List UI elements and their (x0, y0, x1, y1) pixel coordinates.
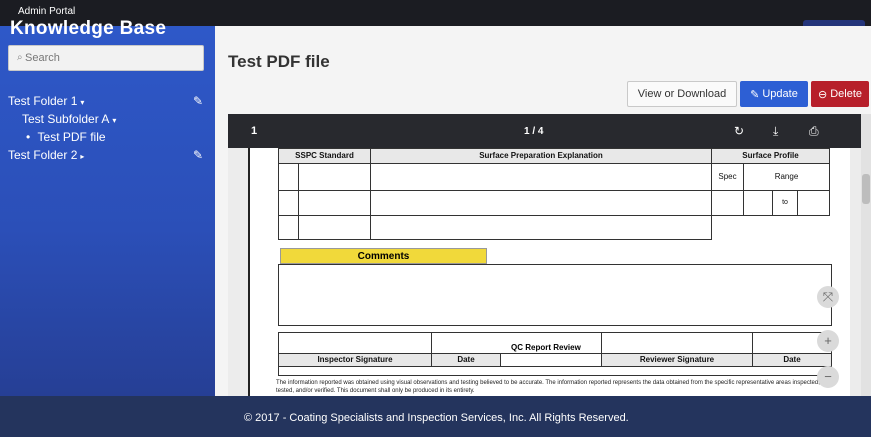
table-cell (370, 163, 712, 191)
surface-prep-header: Surface Preparation Explanation (370, 148, 712, 164)
surface-profile-header: Surface Profile (711, 148, 830, 164)
footer: © 2017 - Coating Specialists and Inspect… (0, 396, 871, 437)
table-cell (298, 163, 371, 191)
table-cell (500, 353, 602, 367)
pdf-viewer: 1 1 / 4 ↻ ⤓ ⎙ SSPC Standard Surface Prep… (228, 114, 863, 396)
disclaimer-text: The information reported was obtained us… (276, 380, 820, 394)
table-cell (298, 190, 371, 216)
tree-item-label: Test Subfolder A (22, 112, 110, 126)
button-label: Update (762, 88, 798, 100)
page-counter: 1 / 4 (524, 126, 544, 137)
sspc-standard-header: SSPC Standard (278, 148, 371, 164)
range-label: Range (743, 163, 830, 191)
bullet-icon: • (26, 130, 31, 144)
tree-item-test-pdf-file[interactable]: • Test PDF file (26, 130, 106, 144)
edit-pencil-icon[interactable]: ✎ (193, 94, 203, 108)
zoom-in-icon[interactable]: + (817, 330, 839, 352)
comments-box (278, 264, 832, 326)
comments-label: Comments (280, 248, 487, 264)
page-scrollbar[interactable] (861, 114, 871, 396)
main-content: Test PDF file View or Download ✎ Update … (215, 26, 871, 396)
tree-item-label: Test Folder 2 (8, 148, 78, 162)
qc-report-review-label: QC Report Review (511, 343, 581, 352)
fit-page-icon[interactable]: ⤧ (817, 286, 839, 308)
tree-item-test-subfolder-a[interactable]: Test Subfolder A ▾ (22, 112, 116, 126)
reviewer-signature-label: Reviewer Signature (601, 353, 753, 367)
knowledge-base-heading: Knowledge Base (10, 18, 167, 39)
table-cell (278, 366, 832, 376)
scrollbar-thumb[interactable] (862, 174, 870, 204)
table-cell (278, 215, 299, 240)
date-label: Date (431, 353, 501, 367)
page-number[interactable]: 1 (251, 125, 257, 137)
update-button[interactable]: ✎ Update (740, 81, 808, 107)
app-title: Admin Portal (18, 6, 76, 17)
table-cell (743, 190, 773, 216)
tree-item-test-folder-2[interactable]: Test Folder 2 ▸ (8, 148, 84, 162)
chevron-down-icon: ▾ (80, 98, 85, 107)
chevron-right-icon: ▸ (80, 152, 85, 161)
sidebar: Knowledge Base ⌕ Test Folder 1▾ ✎ Test S… (0, 18, 215, 396)
table-cell (370, 190, 712, 216)
minus-circle-icon: ⊖ (817, 88, 828, 101)
table-cell (278, 332, 432, 354)
pdf-toolbar: 1 1 / 4 ↻ ⤓ ⎙ (228, 114, 863, 148)
date-label: Date (752, 353, 832, 367)
to-label: to (772, 190, 798, 216)
button-label: Delete (830, 88, 862, 100)
tree-item-label: Test PDF file (37, 130, 106, 144)
table-cell (298, 215, 371, 240)
search-box[interactable]: ⌕ (8, 45, 204, 71)
table-cell (797, 190, 830, 216)
spec-label: Spec (711, 163, 744, 191)
pdf-page: SSPC Standard Surface Preparation Explan… (248, 148, 850, 396)
copyright-text: © 2017 - Coating Specialists and Inspect… (244, 412, 629, 424)
table-cell (278, 190, 299, 216)
search-input[interactable] (25, 50, 195, 66)
page-title: Test PDF file (228, 52, 330, 71)
rotate-icon[interactable]: ↻ (734, 124, 744, 138)
tree-item-label: Test Folder 1 (8, 94, 78, 108)
chevron-down-icon: ▾ (112, 116, 117, 125)
download-icon[interactable]: ⤓ (773, 124, 778, 139)
edit-pencil-icon[interactable]: ✎ (193, 148, 203, 162)
search-icon: ⌕ (17, 52, 23, 63)
inspector-signature-label: Inspector Signature (278, 353, 432, 367)
pencil-icon: ✎ (750, 88, 760, 101)
button-label: View or Download (637, 88, 727, 100)
table-cell (711, 190, 744, 216)
view-or-download-button[interactable]: View or Download (627, 81, 737, 107)
table-cell (278, 163, 299, 191)
delete-button[interactable]: ⊖ Delete (811, 81, 869, 107)
table-cell (370, 215, 712, 240)
zoom-out-icon[interactable]: − (817, 366, 839, 388)
print-icon[interactable]: ⎙ (809, 124, 819, 139)
table-cell (601, 332, 753, 354)
tree-item-test-folder-1[interactable]: Test Folder 1 ▾ (8, 94, 84, 108)
